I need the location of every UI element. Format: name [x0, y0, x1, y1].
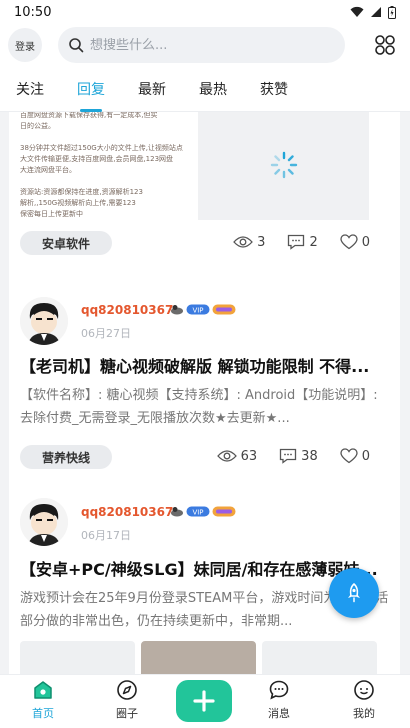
heart-icon [340, 448, 358, 464]
user-badges: VIP [170, 304, 236, 315]
likes-count: 0 [361, 234, 370, 250]
nav-profile[interactable]: 我的 [334, 679, 394, 721]
tab-hottest[interactable]: 最热 [199, 66, 227, 112]
comments-count: 2 [309, 234, 318, 250]
doc-line: 大连流网盘平台。 [20, 166, 76, 174]
post-image[interactable] [141, 641, 256, 674]
comments-stat[interactable]: 2 [287, 234, 318, 250]
post-image[interactable] [20, 641, 135, 674]
doc-line: 大文件传输更便,支持百度网盘,会员网盘,123网盘 [20, 155, 174, 163]
vip-badge-icon: VIP [186, 506, 210, 517]
plus-icon [193, 690, 215, 712]
level-badge-icon [212, 304, 236, 315]
search-box[interactable] [58, 27, 345, 63]
nav-circle-label: 圈子 [116, 707, 138, 720]
badge-icon [171, 305, 183, 315]
loading-spinner-icon [270, 151, 297, 179]
doc-line: 38分钟并文件超过150G大小的文件上传,让视频站点 [20, 144, 183, 152]
grid-icon [375, 35, 395, 55]
nav-home-label: 首页 [32, 707, 54, 720]
views-count: 3 [257, 234, 266, 250]
post-image-document[interactable]: 百度网盘资源下载保存获得,有一定成本,但实 日的公益。 38分钟并文件超过150… [20, 112, 192, 220]
doc-line: 解析,,150G视频解析向上传,需要123 [20, 199, 136, 207]
tab-most-liked[interactable]: 获赞 [260, 66, 288, 112]
floating-rocket-button[interactable] [329, 568, 379, 618]
views-stat: 3 [233, 235, 265, 250]
post-stats: 3 2 0 [233, 234, 370, 250]
post-tag[interactable]: 安卓软件 [20, 231, 113, 255]
eye-icon [216, 450, 237, 462]
battery-icon [388, 5, 396, 19]
tab-latest[interactable]: 最新 [138, 66, 166, 112]
avatar[interactable] [20, 297, 68, 345]
status-time: 10:50 [14, 4, 52, 20]
nav-circle[interactable]: 圈子 [97, 679, 157, 721]
doc-line [20, 176, 192, 187]
home-icon [34, 681, 52, 699]
nav-messages-label: 消息 [268, 707, 290, 720]
username[interactable]: qq820810367 [81, 505, 173, 519]
user-badges: VIP [170, 506, 236, 517]
views-stat: 63 [216, 448, 258, 464]
post-image-loading[interactable] [198, 112, 369, 220]
compass-icon [117, 680, 137, 700]
nav-messages[interactable]: 消息 [249, 679, 309, 721]
avatar[interactable] [20, 498, 68, 546]
post-stats: 63 38 0 [216, 448, 370, 464]
bottom-navigation: 首页 圈子 消息 我的 [0, 674, 410, 728]
category-grid-button[interactable] [368, 28, 402, 62]
login-button[interactable]: 登录 [8, 28, 42, 62]
likes-stat[interactable]: 0 [340, 234, 370, 250]
wifi-icon [350, 6, 364, 17]
doc-line: 保密每日上传更新中 [20, 210, 83, 218]
search-input[interactable] [90, 37, 330, 53]
post-tag[interactable]: 营养快线 [20, 445, 113, 469]
username[interactable]: qq820810367 [81, 303, 173, 317]
status-bar: 10:50 [0, 0, 410, 24]
svg-text:VIP: VIP [192, 509, 203, 517]
message-icon [269, 680, 289, 700]
heart-icon [340, 234, 358, 250]
post-date: 06月17日 [81, 529, 131, 542]
comment-icon [288, 234, 305, 250]
profile-icon [354, 680, 374, 700]
add-post-button[interactable] [176, 680, 232, 722]
comment-icon [280, 448, 297, 464]
nav-home[interactable]: 首页 [13, 679, 73, 721]
doc-line [20, 132, 192, 143]
likes-count: 0 [361, 448, 370, 464]
doc-line: 百度网盘资源下载保存获得,有一定成本,但实 [20, 112, 158, 119]
comments-count: 38 [301, 448, 318, 464]
post-images [20, 641, 377, 674]
doc-line: 资源站:资源都保持在进度,资源解析123 [20, 188, 143, 196]
search-icon [69, 38, 84, 53]
feed-tabs: 关注 回复 最新 最热 获赞 [0, 66, 410, 112]
signal-icon [371, 7, 381, 17]
vip-badge-icon: VIP [186, 304, 210, 315]
rocket-icon [348, 583, 360, 603]
doc-line: 日的公益。 [20, 122, 55, 130]
nav-profile-label: 我的 [353, 707, 375, 720]
avatar-image [20, 297, 68, 345]
views-count: 63 [240, 448, 258, 464]
tab-replies[interactable]: 回复 [77, 66, 105, 112]
top-bar: 登录 [0, 24, 410, 66]
post-image[interactable] [262, 641, 377, 674]
svg-text:VIP: VIP [192, 307, 203, 315]
status-icons [350, 5, 396, 19]
post-date: 06月27日 [81, 327, 131, 340]
post-description[interactable]: 【软件名称】: 糖心视频【支持系统】: Android【功能说明】: 去除付费_… [20, 384, 389, 430]
post-title[interactable]: 【老司机】糖心视频破解版 解锁功能限制 不得... [20, 353, 389, 377]
likes-stat[interactable]: 0 [340, 448, 370, 464]
avatar-image [20, 498, 68, 546]
eye-icon [233, 236, 254, 248]
tab-following[interactable]: 关注 [16, 66, 44, 112]
comments-stat[interactable]: 38 [279, 448, 318, 464]
level-badge-icon [212, 506, 236, 517]
badge-icon [171, 507, 183, 517]
